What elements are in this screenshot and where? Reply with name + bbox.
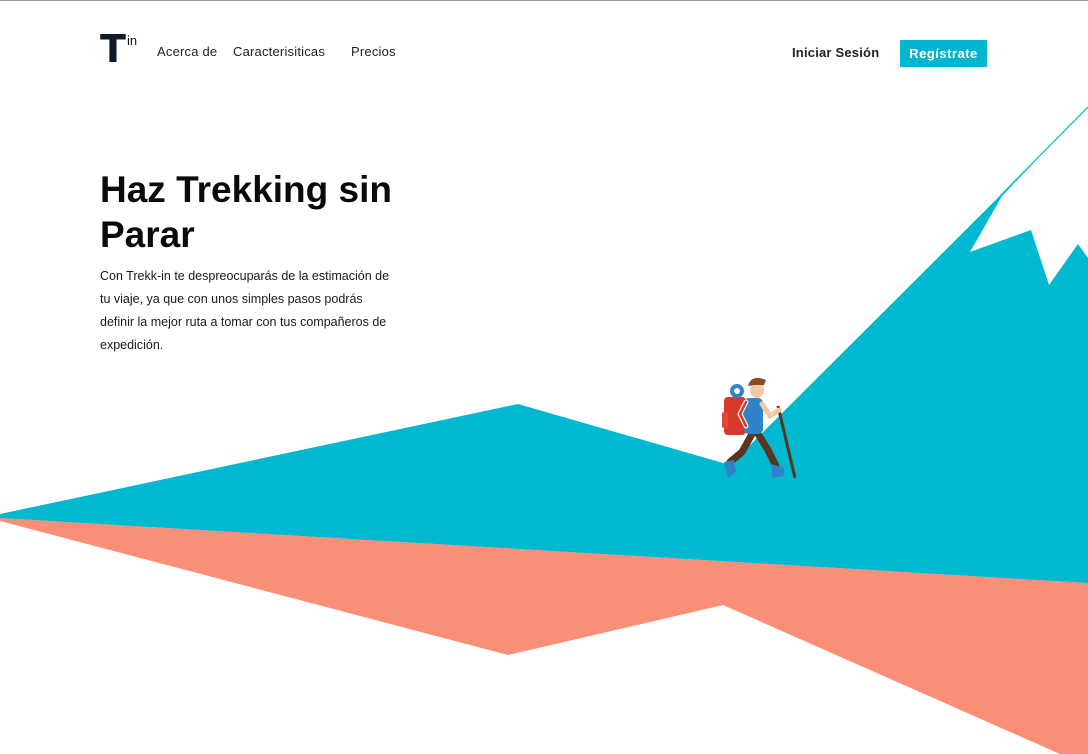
hiker-arm — [759, 401, 782, 419]
register-button[interactable]: Regístrate — [900, 40, 987, 67]
hero-title: Haz Trekking sin Parar — [100, 169, 392, 255]
hero-description: Con Trekk-in te despreocuparás de la est… — [100, 269, 390, 352]
hiker-hair — [748, 377, 766, 386]
nav-link-acerca-de[interactable]: Acerca de — [157, 44, 217, 59]
mountain-illustration — [0, 106, 1088, 754]
login-link[interactable]: Iniciar Sesión — [792, 45, 879, 60]
logo-superscript: in — [127, 33, 138, 48]
nav-link-caracteristicas[interactable]: Caracterisiticas — [233, 44, 325, 59]
logo-letter: T — [100, 27, 126, 71]
brand-logo[interactable]: T in — [100, 30, 144, 70]
nav-link-precios[interactable]: Precios — [351, 44, 396, 59]
